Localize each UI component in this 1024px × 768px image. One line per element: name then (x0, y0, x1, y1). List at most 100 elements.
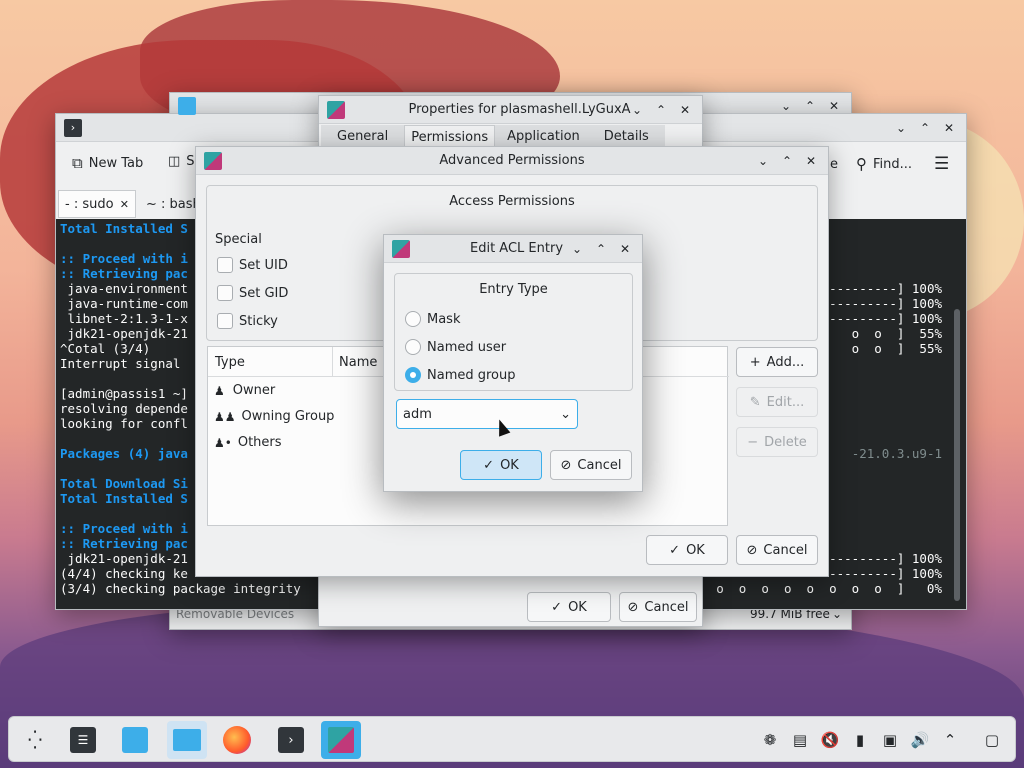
file-manager-icon[interactable] (167, 721, 207, 759)
find-label: Find... (873, 156, 913, 172)
close-icon[interactable]: ✕ (825, 97, 843, 115)
tab-label: - : sudo (65, 196, 114, 212)
maximize-icon[interactable]: ⌃ (778, 152, 796, 170)
find-prefix-fragment: e (830, 156, 838, 172)
mask-radio[interactable] (405, 311, 421, 327)
minimize-icon[interactable]: ⌄ (754, 152, 772, 170)
delete-label: Delete (764, 434, 807, 450)
search-icon: ⚲ (856, 155, 867, 173)
cancel-label: Cancel (644, 599, 689, 615)
access-permissions-title: Access Permissions (449, 194, 575, 209)
column-header-type[interactable]: Type (208, 347, 333, 377)
add-button[interactable]: + Add... (736, 347, 818, 377)
terminal-progress: ---------] 100% (829, 281, 942, 296)
table-row[interactable]: ♟• Others (214, 435, 282, 450)
konsole-icon[interactable]: › (271, 721, 311, 759)
terminal-line: (4/4) checking ke (60, 566, 188, 581)
sticky-label: Sticky (239, 314, 278, 329)
close-icon[interactable]: ✕ (802, 152, 820, 170)
find-button[interactable]: e ⚲ Find... (830, 155, 912, 173)
properties-ok-button[interactable]: ✓ OK (527, 592, 611, 622)
named-user-radio[interactable] (405, 339, 421, 355)
close-icon[interactable]: ✕ (676, 101, 694, 119)
system-settings-icon[interactable]: ☰ (63, 721, 103, 759)
acl-ok-button[interactable]: ✓ OK (460, 450, 542, 480)
edit-acl-dialog: Edit ACL Entry ⌄ ⌃ ✕ Entry Type Mask Nam… (383, 234, 643, 492)
tab-label: ~ : bash (146, 196, 201, 212)
terminal-line: resolving depende (60, 401, 188, 416)
maximize-icon[interactable]: ⌃ (916, 119, 934, 137)
tab-sudo[interactable]: - : sudo ✕ (58, 190, 136, 218)
edit-button[interactable]: ✎ Edit... (736, 387, 818, 417)
cancel-label: Cancel (763, 542, 808, 558)
network-icon[interactable]: ▣ (879, 729, 901, 751)
terminal-line: (3/4) checking package integrity (60, 581, 301, 596)
terminal-line: :: Proceed with i (60, 521, 188, 536)
advanced-permissions-title: Advanced Permissions (439, 153, 585, 168)
named-group-radio[interactable] (405, 367, 421, 383)
discover-icon[interactable] (115, 721, 155, 759)
split-view-button[interactable]: ◫ S (168, 154, 195, 169)
terminal-progress: o o o o o o o o o o ] 0% (671, 581, 942, 596)
table-row[interactable]: ♟ Owner (214, 383, 275, 398)
checkmark-icon: ✓ (483, 457, 495, 473)
row-type: Others (237, 435, 282, 450)
terminal-progress: o o ] 55% (844, 341, 942, 356)
volume-icon[interactable]: 🔊 (909, 729, 931, 751)
taskbar: ⁛ ☰ › ❁ ▤ 🔇 ▮ ▣ 🔊 ⌃ ▢ (8, 716, 1016, 762)
checkmark-icon: ✓ (551, 599, 563, 615)
close-icon[interactable]: ✕ (616, 240, 634, 258)
table-row[interactable]: ♟♟ Owning Group (214, 409, 334, 424)
new-tab-button[interactable]: ⧉ New Tab (72, 154, 143, 172)
clipboard-icon[interactable]: ▤ (789, 729, 811, 751)
close-icon[interactable]: ✕ (940, 119, 958, 137)
terminal-progress: ---------] 100% (829, 551, 942, 566)
mask-label: Mask (427, 312, 461, 327)
terminal-line: Interrupt signal (60, 356, 181, 371)
application-launcher-icon[interactable]: ⁛ (15, 721, 55, 759)
minimize-icon[interactable]: ⌄ (568, 240, 586, 258)
terminal-progress: o o ] 55% (844, 326, 942, 341)
named-group-label: Named group (427, 368, 516, 383)
maximize-icon[interactable]: ⌃ (652, 101, 670, 119)
scrollbar[interactable] (954, 309, 960, 601)
cancel-label: Cancel (577, 457, 622, 473)
minimize-icon[interactable]: ⌄ (777, 97, 795, 115)
maximize-icon[interactable]: ⌃ (592, 240, 610, 258)
others-icon: ♟• (214, 435, 232, 450)
minimize-icon[interactable]: ⌄ (628, 101, 646, 119)
terminal-line: looking for confl (60, 416, 188, 431)
firefox-icon[interactable] (217, 721, 257, 759)
user-icon: ♟ (214, 383, 225, 398)
properties-cancel-button[interactable]: ⊘ Cancel (619, 592, 697, 622)
properties-app-icon (327, 100, 345, 119)
advanced-permissions-app-icon (204, 151, 222, 170)
ok-label: OK (686, 542, 705, 558)
volume-muted-icon[interactable]: 🔇 (819, 729, 841, 751)
sticky-checkbox[interactable] (217, 313, 233, 329)
maximize-icon[interactable]: ⌃ (801, 97, 819, 115)
close-tab-icon[interactable]: ✕ (120, 198, 129, 211)
group-select-combobox[interactable]: adm ⌄ (396, 399, 578, 429)
add-label: Add... (766, 354, 805, 370)
show-desktop-icon[interactable]: ▢ (981, 729, 1003, 751)
network-config-icon[interactable]: ❁ (759, 729, 781, 751)
advanced-ok-button[interactable]: ✓ OK (646, 535, 728, 565)
expand-tray-icon[interactable]: ⌃ (939, 729, 961, 751)
acl-cancel-button[interactable]: ⊘ Cancel (550, 450, 632, 480)
minimize-icon[interactable]: ⌄ (892, 119, 910, 137)
edit-icon: ✎ (749, 394, 761, 410)
terminal-line: Total Download Si (60, 476, 188, 491)
terminal-line: jdk21-openjdk-21 (60, 551, 188, 566)
properties-dialog-icon[interactable] (321, 721, 361, 759)
set-uid-checkbox[interactable] (217, 257, 233, 273)
row-type: Owning Group (241, 409, 335, 424)
terminal-line: :: Retrieving pac (60, 266, 188, 281)
set-gid-checkbox[interactable] (217, 285, 233, 301)
hamburger-menu-icon[interactable]: ☰ (934, 154, 949, 174)
delete-button[interactable]: − Delete (736, 427, 818, 457)
usb-icon[interactable]: ▮ (849, 729, 871, 751)
advanced-cancel-button[interactable]: ⊘ Cancel (736, 535, 818, 565)
edit-acl-titlebar: Edit ACL Entry ⌄ ⌃ ✕ (384, 235, 642, 263)
plus-icon: + (749, 354, 761, 370)
